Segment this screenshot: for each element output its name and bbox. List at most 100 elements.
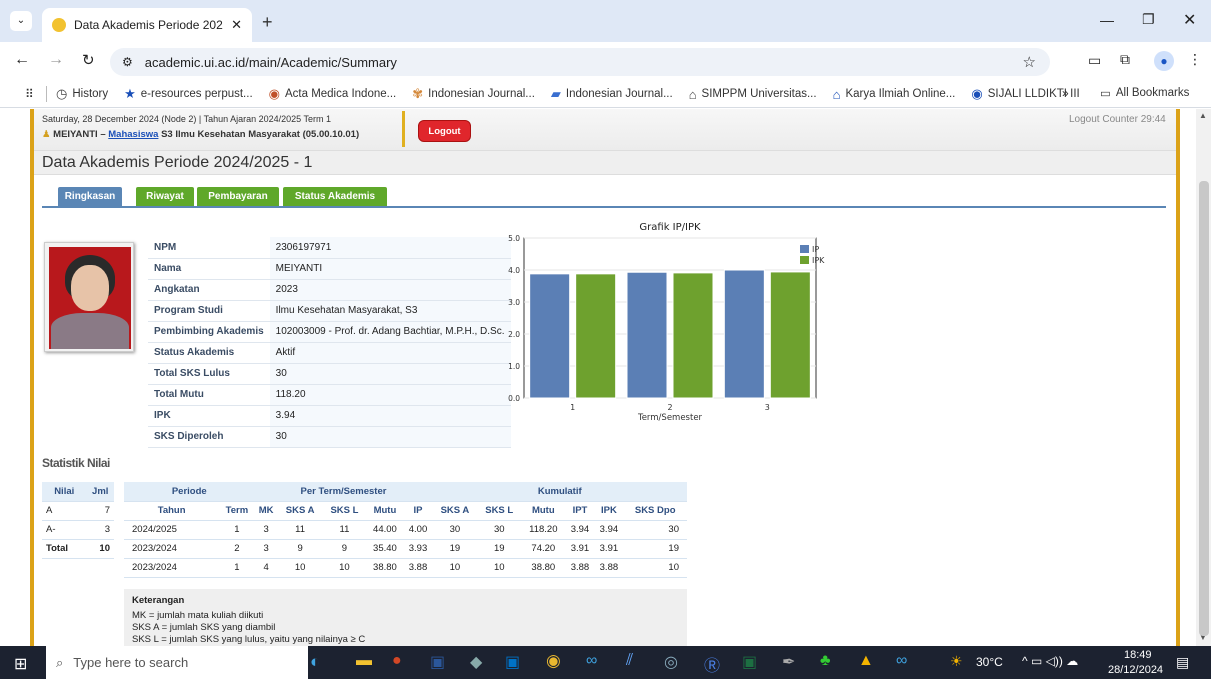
profile-label: Angkatan [148,279,270,301]
keterangan-title: Keterangan [132,595,185,606]
app-icon[interactable]: ◆ [470,652,482,672]
bookmark-simppm[interactable]: ⌂ SIMPPM Universitas... [689,87,817,102]
notification-icon[interactable]: ▤ [1176,654,1189,671]
periode-header: Tahun [124,501,220,521]
periode-cell: 19 [477,539,522,559]
forward-icon[interactable]: → [48,51,64,69]
periode-cell: 11 [277,520,323,540]
legend-label: IP [812,245,819,254]
bookmark-history[interactable]: ◷ History [56,86,108,102]
statistik-cell: 7 [86,501,114,521]
bookmark-label: Karya Ilmiah Online... [845,88,956,100]
omnibox[interactable]: ⚙ academic.ui.ac.id/main/Academic/Summar… [110,48,1050,76]
scroll-up-icon[interactable]: ▲ [1199,111,1207,120]
y-tick-label: 3.0 [508,298,520,307]
new-tab-button[interactable]: + [262,12,273,33]
bookmark-indonesian-journal-1[interactable]: ✾ Indonesian Journal... [412,86,535,102]
url-text[interactable]: academic.ui.ac.id/main/Academic/Summary [145,55,397,70]
periode-header: SKS L [477,501,522,521]
app-icon[interactable]: ⫽ [626,652,633,670]
tab-status-akademis[interactable]: Status Akademis [283,187,387,207]
drive-icon[interactable]: ▲ [858,652,874,670]
profile-row: Nama MEIYANTI [148,258,511,280]
logout-counter: Logout Counter 29:44 [1069,114,1166,125]
bar-ipk [575,273,617,399]
extensions-icon[interactable]: ⧉ [1120,51,1130,68]
close-window-button[interactable]: ✕ [1183,10,1196,30]
profile-avatar-icon[interactable]: ● [1154,51,1174,71]
clock-time[interactable]: 18:49 [1124,649,1152,661]
profile-label: Total SKS Lulus [148,363,270,385]
reader-icon[interactable]: ▭ [1088,52,1101,69]
menu-icon[interactable]: ⋮ [1188,51,1202,68]
periode-cell: 3 [254,539,278,559]
periode-cell: 10 [277,558,323,578]
app-icon[interactable]: ∞ [896,652,907,670]
history-icon: ◷ [56,86,68,101]
apps-icon[interactable]: ⠿ [25,87,34,101]
clock-date[interactable]: 28/12/2024 [1108,664,1163,676]
statistik-cell: A- [42,520,87,540]
bookmark-label: History [72,88,109,100]
more-bookmarks-icon[interactable]: » [1062,86,1069,100]
legend-label: IPK [812,256,825,265]
tab-list-button[interactable]: ⌄ [10,11,32,31]
star-icon: ★ [124,86,136,101]
tab-riwayat[interactable]: Riwayat [136,187,194,207]
periode-cell: 3.91 [565,539,595,559]
periode-cell: 10 [477,558,522,578]
app-icon[interactable]: ∞ [586,652,597,670]
start-icon[interactable]: ⊞ [14,654,27,674]
word-icon[interactable]: ▣ [430,652,445,672]
profile-label: SKS Diperoleh [148,426,270,448]
profile-row: Pembimbing Akademis 102003009 - Prof. dr.… [148,321,511,343]
tab-ringkasan[interactable]: Ringkasan [58,187,122,207]
app-icon[interactable]: Ⓡ [704,652,720,676]
bookmark-acta[interactable]: ◉ Acta Medica Indone... [269,86,397,102]
periode-cell: 11 [322,520,367,540]
periode-cell: 1 [219,520,255,540]
site-info-icon[interactable]: ⚙ [122,55,133,69]
excel-icon[interactable]: ▣ [742,652,757,672]
periode-header: SKS L [322,501,367,521]
app-icon[interactable]: ✒ [782,652,795,672]
file-explorer-icon[interactable]: ▬ [356,652,372,670]
y-tick-label: 1.0 [508,362,520,371]
building-icon: ⌂ [688,86,697,102]
statistik-cell: Total [42,539,87,559]
globe-icon: ◉ [971,86,983,101]
minimize-button[interactable]: — [1100,12,1114,28]
periode-group-header: Per Term/Semester [254,482,433,502]
role-link[interactable]: Mahasiswa [108,129,158,140]
all-bookmarks[interactable]: ▭ All Bookmarks [1100,86,1189,100]
edge-icon[interactable]: ◐ [310,652,320,672]
powerpoint-icon[interactable]: ● [392,652,402,670]
restore-button[interactable]: ❐ [1142,11,1155,28]
profile-row: Angkatan 2023 [148,279,511,301]
tab-pembayaran[interactable]: Pembayaran [197,187,279,207]
browser-tab-active[interactable]: Data Akademis Periode 2024/2( ✕ [42,8,252,42]
scrollbar-thumb[interactable] [1199,181,1209,636]
bookmark-eresources[interactable]: ★ e-resources perpust... [124,86,253,102]
app-icon[interactable]: ◎ [664,652,678,672]
back-icon[interactable]: ← [14,51,30,69]
app-icon[interactable]: ♣ [820,652,831,670]
reload-icon[interactable]: ↻ [82,51,95,69]
periode-cell: 3.88 [565,558,595,578]
periode-cell: 3.94 [594,520,624,540]
system-tray-icons[interactable]: ^ ▭ ◁)) ☁ [1022,654,1078,668]
periode-cell: 10 [432,558,478,578]
keterangan-line: SKS A = jumlah SKS yang diambil [132,622,276,633]
y-tick-label: 0.0 [508,394,520,403]
bookmark-karya[interactable]: ⌂ Karya Ilmiah Online... [833,87,956,102]
periode-cell: 9 [322,539,367,559]
bookmark-indonesian-journal-2[interactable]: ▰ Indonesian Journal... [551,86,673,102]
close-tab-icon[interactable]: ✕ [231,17,242,33]
bookmark-star-icon[interactable]: ☆ [1023,53,1036,71]
chrome-icon[interactable]: ◉ [546,651,561,671]
logout-button[interactable]: Logout [418,120,471,142]
outlook-icon[interactable]: ▣ [505,652,520,672]
user-line: ♟ MEIYANTI – Mahasiswa S3 Ilmu Kesehatan… [42,129,360,140]
taskbar-search-box[interactable]: ⌕ Type here to search [46,646,308,679]
user-info-header: Saturday, 28 December 2024 (Node 2) | Ta… [34,109,1176,151]
